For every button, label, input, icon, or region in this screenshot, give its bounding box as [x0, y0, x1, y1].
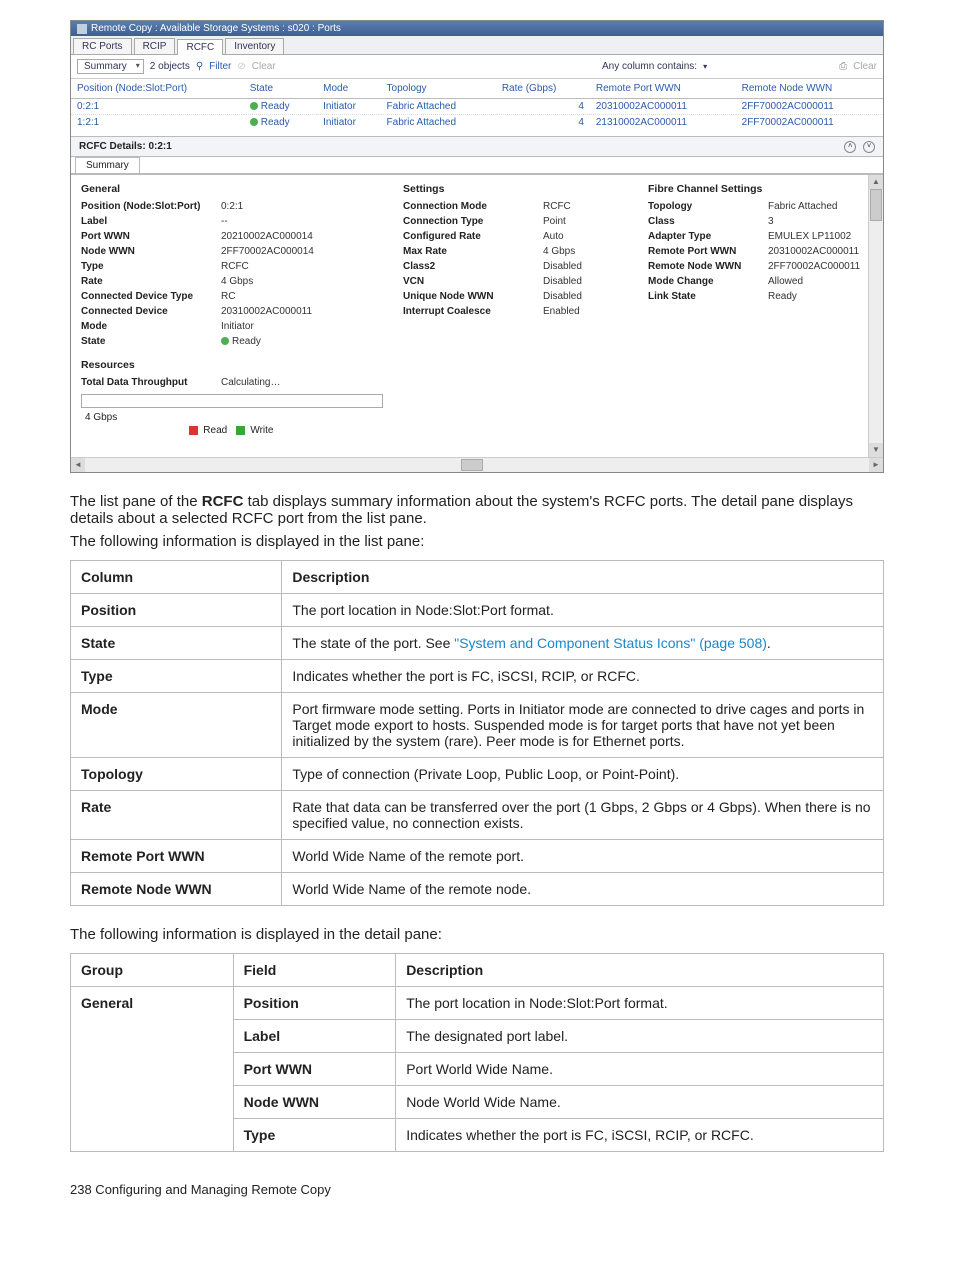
filter-link[interactable]: Filter — [209, 61, 231, 72]
cell-topology: Fabric Attached — [381, 115, 496, 131]
vertical-scrollbar[interactable]: ▲ ▼ — [868, 175, 883, 457]
col-position[interactable]: Position (Node:Slot:Port) — [71, 79, 244, 99]
col-mode[interactable]: Mode — [317, 79, 380, 99]
cell-position: 0:2:1 — [71, 99, 244, 115]
col-state[interactable]: State — [244, 79, 317, 99]
cell-mode: Initiator — [317, 115, 380, 131]
tab-rcip[interactable]: RCIP — [134, 38, 176, 54]
legend-write-icon — [236, 426, 245, 435]
cell-mode: Initiator — [317, 99, 380, 115]
ports-table: Position (Node:Slot:Port) State Mode Top… — [71, 79, 883, 130]
cell-state: Ready — [244, 99, 317, 115]
object-count: 2 objects — [150, 61, 190, 72]
settings-heading: Settings — [403, 183, 628, 195]
t2-h-group: Group — [71, 954, 234, 987]
scroll-thumb-h[interactable] — [461, 459, 483, 471]
fc-settings-section: Fibre Channel Settings TopologyFabric At… — [648, 181, 873, 436]
clear-icon: ⊘ — [237, 61, 245, 72]
col-topology[interactable]: Topology — [381, 79, 496, 99]
list-toolbar: Summary 2 objects ⚲ Filter ⊘ Clear Any c… — [71, 55, 883, 79]
tab-rcfc[interactable]: RCFC — [177, 39, 223, 55]
legend-read-icon — [189, 426, 198, 435]
col-rate[interactable]: Rate (Gbps) — [496, 79, 590, 99]
tab-rc-ports[interactable]: RC Ports — [73, 38, 132, 54]
list-pane-columns-table: Column Description PositionThe port loca… — [70, 560, 884, 906]
detail-pane: General Position (Node:Slot:Port)0:2:1 L… — [71, 174, 883, 457]
col-remote-port-wwn[interactable]: Remote Port WWN — [590, 79, 736, 99]
fcs-heading: Fibre Channel Settings — [648, 183, 873, 195]
table-row[interactable]: 0:2:1 Ready Initiator Fabric Attached 4 … — [71, 99, 883, 115]
body-copy: The list pane of the RCFC tab displays s… — [70, 493, 884, 1152]
general-section: General Position (Node:Slot:Port)0:2:1 L… — [81, 181, 383, 436]
col-remote-node-wwn[interactable]: Remote Node WWN — [736, 79, 883, 99]
general-heading: General — [81, 183, 383, 195]
scroll-right-icon[interactable]: ► — [869, 458, 883, 472]
t1-h-column: Column — [71, 561, 282, 594]
cell-rnwwn: 2FF70002AC000011 — [736, 99, 883, 115]
details-title: RCFC Details: 0:2:1 — [79, 141, 172, 152]
t2-h-desc: Description — [396, 954, 884, 987]
para1-bold: RCFC — [202, 493, 244, 510]
t2-group: General — [71, 987, 234, 1152]
clear-search: Clear — [853, 61, 877, 72]
status-icons-link[interactable]: "System and Component Status Icons" (pag… — [454, 635, 767, 651]
cell-rpwwn: 21310002AC000011 — [590, 115, 736, 131]
cell-rate: 4 — [496, 115, 590, 131]
t2-h-field: Field — [233, 954, 396, 987]
scroll-thumb[interactable] — [870, 189, 882, 221]
expand-up-icon[interactable]: ˄ — [844, 141, 856, 153]
scroll-left-icon[interactable]: ◄ — [71, 458, 85, 472]
para3: The following information is displayed i… — [70, 926, 884, 943]
settings-section: Settings Connection ModeRCFC Connection … — [403, 181, 628, 436]
cell-rate: 4 — [496, 99, 590, 115]
window-title: Remote Copy : Available Storage Systems … — [91, 23, 341, 34]
search-dropdown-icon[interactable]: ▾ — [703, 62, 707, 71]
main-tabs: RC Ports RCIP RCFC Inventory — [71, 36, 883, 55]
scroll-up-icon[interactable]: ▲ — [869, 175, 883, 189]
horizontal-scrollbar[interactable]: ◄ ► — [71, 457, 883, 472]
tab-inventory[interactable]: Inventory — [225, 38, 284, 54]
detail-tab-summary[interactable]: Summary — [75, 157, 140, 173]
cell-state: Ready — [244, 115, 317, 131]
scroll-down-icon[interactable]: ▼ — [869, 443, 883, 457]
t1-h-desc: Description — [282, 561, 884, 594]
search-label: Any column contains: — [602, 61, 697, 72]
cell-topology: Fabric Attached — [381, 99, 496, 115]
filter-icon[interactable]: ⚲ — [196, 61, 203, 72]
print-icon[interactable]: ⎙ — [839, 61, 847, 72]
status-ready-icon — [250, 118, 258, 126]
cell-rpwwn: 20310002AC000011 — [590, 99, 736, 115]
status-ready-icon — [250, 102, 258, 110]
details-header: RCFC Details: 0:2:1 ˄ ˅ — [71, 136, 883, 157]
para1-pre: The list pane of the — [70, 493, 202, 510]
detail-pane-fields-table: Group Field Description General Position… — [70, 953, 884, 1152]
resources-heading: Resources — [81, 359, 383, 371]
throughput-bar — [81, 394, 383, 408]
cell-rnwwn: 2FF70002AC000011 — [736, 115, 883, 131]
window-titlebar: Remote Copy : Available Storage Systems … — [71, 21, 883, 36]
view-selector[interactable]: Summary — [77, 59, 144, 74]
expand-down-icon[interactable]: ˅ — [863, 141, 875, 153]
window-icon — [77, 24, 87, 34]
app-screenshot: Remote Copy : Available Storage Systems … — [70, 20, 884, 473]
para2: The following information is displayed i… — [70, 533, 884, 550]
page-footer: 238 Configuring and Managing Remote Copy — [70, 1182, 884, 1197]
cell-position: 1:2:1 — [71, 115, 244, 131]
table-row[interactable]: 1:2:1 Ready Initiator Fabric Attached 4 … — [71, 115, 883, 131]
clear-link-disabled: Clear — [252, 61, 276, 72]
status-ready-icon — [221, 337, 229, 345]
